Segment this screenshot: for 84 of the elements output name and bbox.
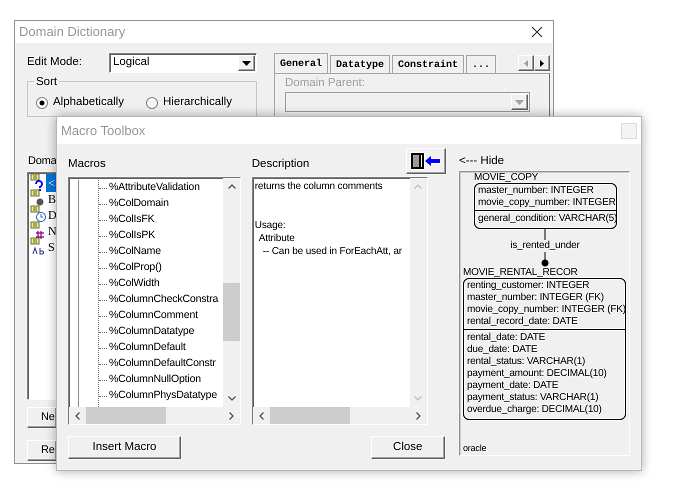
description-line: returns the column comments — [254, 180, 384, 193]
tab[interactable]: Constraint — [392, 55, 464, 73]
key-attribute: rental_record_date: DATE — [467, 316, 579, 328]
insert-macro-button[interactable]: Insert Macro — [68, 436, 181, 459]
macro-item[interactable]: %ColumnNullOption — [109, 372, 201, 388]
edit-mode-dropdown[interactable]: Logical — [109, 53, 257, 73]
tab[interactable]: ... — [466, 55, 496, 73]
close-icon[interactable] — [531, 26, 543, 38]
field-label: Domain Parent: — [285, 77, 366, 90]
entity-attribute: payment_date: DATE — [467, 380, 560, 392]
domain-icon — [30, 220, 46, 238]
window-title: Domain Dictionary — [18, 23, 126, 42]
macro-item[interactable]: %ColumnCheckConstra — [109, 292, 218, 308]
domain-icon — [30, 204, 46, 222]
macro-item[interactable]: %ColIsFK — [109, 212, 154, 228]
hide-link[interactable]: <--- Hide — [459, 152, 504, 170]
window-title: Macro Toolbox — [60, 122, 146, 140]
entity-attribute: overdue_charge: DECIMAL(10) — [467, 404, 603, 416]
entity-attribute: due_date: DATE — [467, 344, 538, 356]
button[interactable]: Re — [27, 440, 57, 460]
scroll-right-icon[interactable] — [229, 412, 234, 420]
macro-item[interactable]: %ColWidth — [109, 276, 160, 292]
button[interactable]: Ne — [27, 406, 57, 428]
macro-item[interactable]: %ColIsPK — [109, 228, 156, 244]
domain-icon — [30, 236, 46, 254]
macro-item[interactable]: %ColName — [109, 244, 161, 260]
key-attribute: renting_customer: INTEGER — [467, 280, 590, 292]
collapse-arrow-icon — [410, 152, 441, 168]
scroll-down-icon — [414, 396, 422, 401]
scrollbar-thumb[interactable] — [270, 407, 350, 424]
radio-button[interactable] — [36, 97, 48, 109]
tab[interactable]: Datatype — [330, 55, 390, 73]
scroll-right-button[interactable] — [534, 55, 550, 71]
scroll-left-icon[interactable] — [258, 412, 264, 420]
domain-item[interactable]: S — [46, 238, 57, 256]
list-label: Doma — [28, 154, 57, 169]
scroll-right-icon[interactable] — [416, 412, 421, 420]
macro-item[interactable]: %AttributeValidation — [109, 180, 200, 196]
diagram-footer: oracle — [463, 443, 486, 453]
scroll-up-icon[interactable] — [228, 184, 236, 189]
macro-item[interactable]: %ColumnPhysDatatype — [109, 388, 218, 404]
key-attribute: master_number: INTEGER (FK) — [467, 292, 605, 304]
key-attribute: movie_copy_number: INTEGER — [478, 197, 613, 209]
entity-name: MOVIE_RENTAL_RECOR — [463, 267, 578, 278]
section-label: Macros — [68, 156, 106, 172]
scrollbar-thumb[interactable] — [223, 283, 240, 341]
domain-item[interactable]: N — [46, 222, 59, 240]
right-triangle-icon — [540, 60, 544, 66]
scroll-up-icon — [414, 184, 422, 189]
macro-item[interactable]: %ColumnDatatype — [109, 324, 194, 340]
entity-attribute: rental_date: DATE — [467, 332, 546, 344]
scrollbar-thumb[interactable] — [86, 407, 166, 424]
description-line: Usage: — [254, 219, 287, 232]
section-label: Description — [252, 157, 310, 172]
scroll-left-icon[interactable] — [75, 412, 80, 420]
entity-name: MOVIE_COPY — [474, 172, 538, 183]
close-button[interactable]: Close — [370, 436, 445, 459]
description-line: -- Can be used in ForEachAtt, ar — [262, 245, 403, 258]
domain-item[interactable]: < — [46, 174, 57, 192]
description-line: Attribute — [258, 232, 296, 245]
hide-button[interactable] — [406, 148, 446, 174]
radio-button[interactable] — [146, 97, 158, 109]
entity-attribute: payment_amount: DECIMAL(10) — [467, 368, 608, 380]
domain-icon — [30, 188, 46, 206]
domain-icon — [30, 172, 46, 190]
macro-item[interactable]: %ColumnDefaultConstr — [109, 356, 216, 372]
macro-item[interactable]: %ColDomain — [109, 196, 169, 212]
scroll-left-button[interactable] — [518, 55, 534, 71]
macro-item[interactable]: %ColumnComment — [109, 308, 198, 324]
tab[interactable]: General — [274, 53, 328, 73]
relationship-label: is_rented_under — [510, 240, 580, 252]
domain-item[interactable]: D — [46, 206, 59, 224]
entity-attribute: payment_status: VARCHAR(1) — [467, 392, 600, 404]
macro-item[interactable]: %ColProp() — [109, 260, 162, 276]
domain-item[interactable]: B — [46, 190, 58, 208]
scroll-down-icon[interactable] — [228, 396, 236, 401]
radio-label[interactable]: Hierarchically — [162, 94, 232, 112]
macro-item[interactable]: %ColumnDefault — [109, 340, 186, 356]
entity-attribute: rental_status: VARCHAR(1) — [467, 356, 586, 368]
edit-mode-label: Edit Mode: — [27, 55, 82, 70]
left-triangle-icon — [524, 60, 528, 66]
key-attribute: master_number: INTEGER — [478, 185, 595, 197]
dropdown-arrow-icon[interactable] — [242, 60, 251, 66]
radio-label[interactable]: Alphabetically — [53, 94, 124, 112]
